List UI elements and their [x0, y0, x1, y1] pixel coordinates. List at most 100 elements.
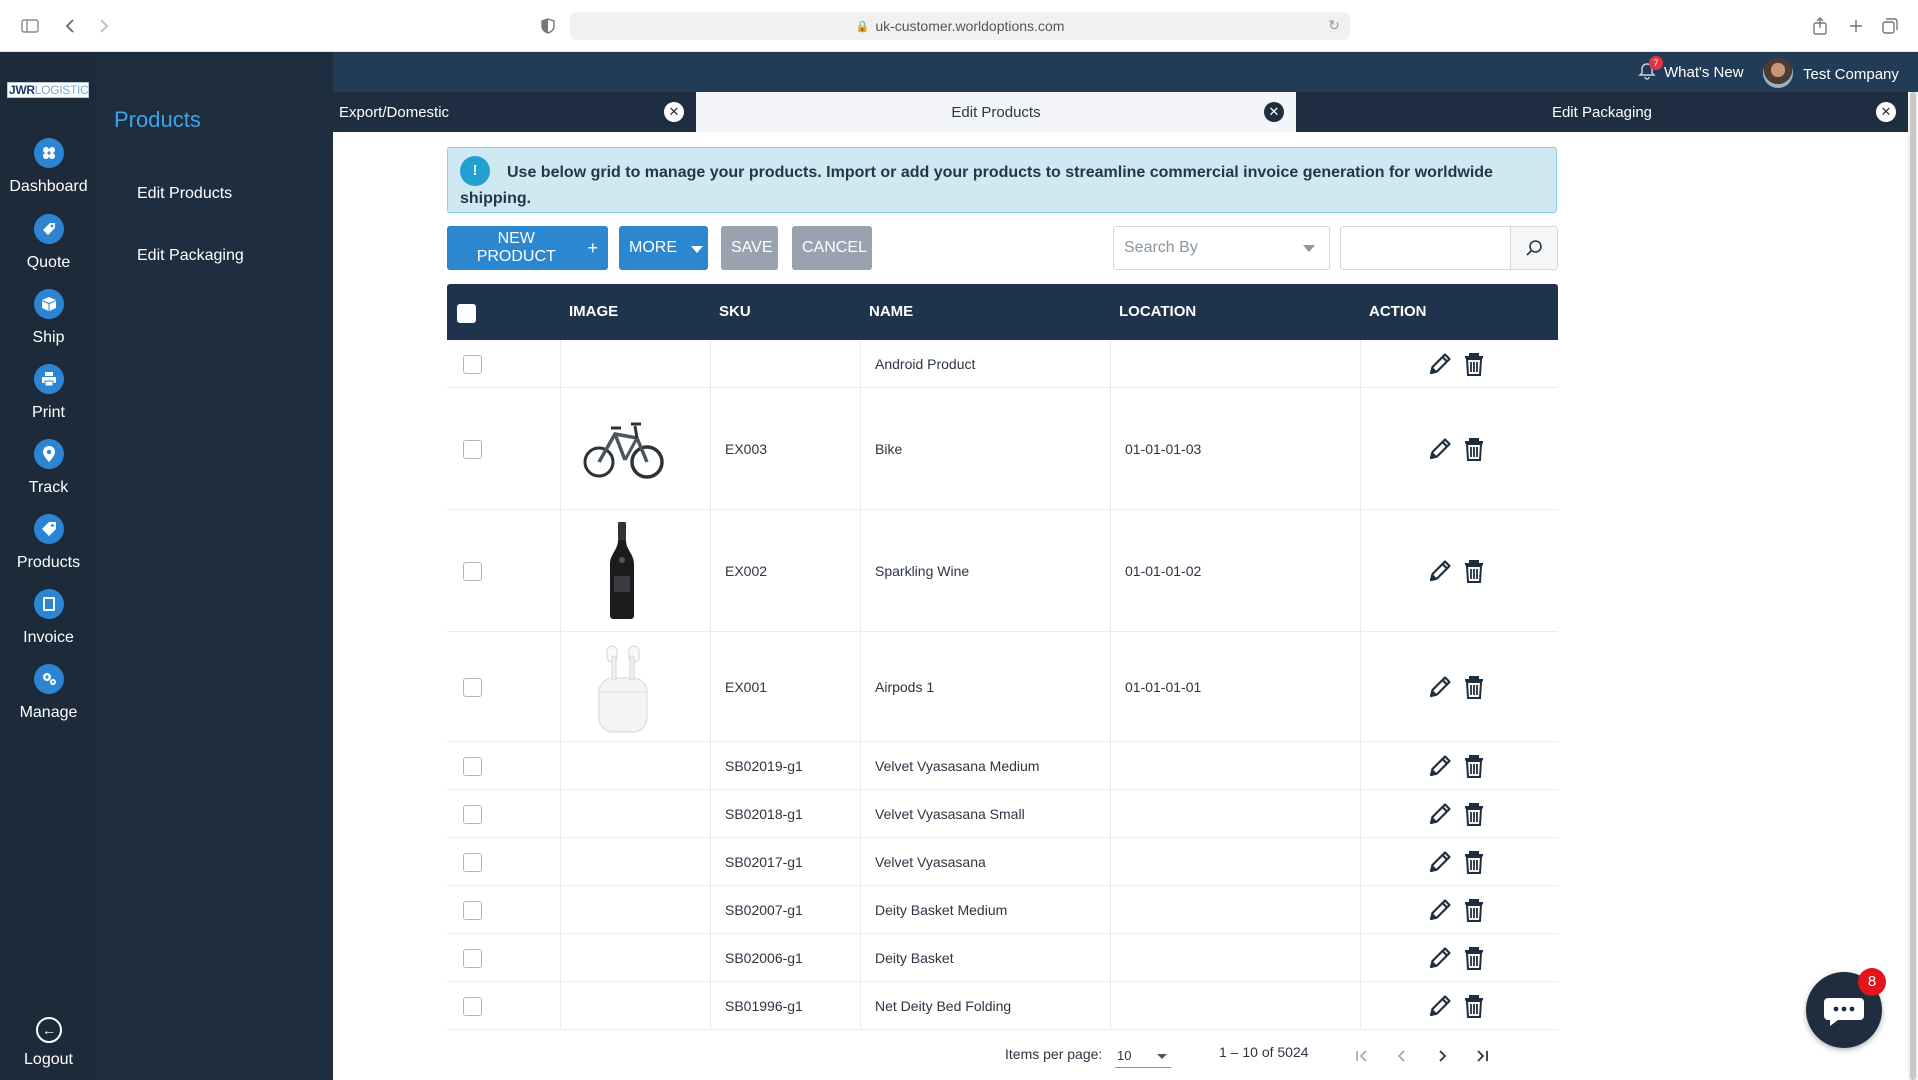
nav-ship[interactable]: Ship	[0, 289, 97, 361]
back-icon[interactable]	[58, 14, 82, 38]
row-checkbox[interactable]	[463, 756, 482, 776]
nav-invoice[interactable]: Invoice	[0, 589, 97, 661]
delete-icon[interactable]	[1460, 800, 1488, 828]
company-logo[interactable]: JWRLOGISTICS	[7, 82, 89, 98]
table-row[interactable]: SB02006-g1 Deity Basket	[447, 934, 1558, 982]
edit-icon[interactable]	[1426, 848, 1454, 876]
more-button[interactable]: MORE	[619, 226, 708, 270]
location-cell: 01-01-01-03	[1125, 441, 1202, 457]
select-all-checkbox[interactable]	[457, 304, 476, 323]
edit-icon[interactable]	[1426, 896, 1454, 924]
row-checkbox[interactable]	[463, 354, 482, 374]
delete-icon[interactable]	[1460, 435, 1488, 463]
table-row[interactable]: SB02017-g1 Velvet Vyasasana	[447, 838, 1558, 886]
items-per-page-select[interactable]: 10	[1115, 1044, 1171, 1068]
column-header-name[interactable]: NAME	[869, 303, 913, 320]
search-by-dropdown[interactable]: Search By	[1113, 226, 1330, 270]
whats-new-link[interactable]: 7 What's New	[1638, 56, 1744, 82]
new-tab-icon[interactable]	[1844, 14, 1868, 38]
table-row[interactable]: SB02018-g1 Velvet Vyasasana Small	[447, 790, 1558, 838]
forward-icon[interactable]	[92, 14, 116, 38]
address-bar[interactable]: 🔒 uk-customer.worldoptions.com ↻	[570, 12, 1350, 40]
delete-icon[interactable]	[1460, 673, 1488, 701]
column-divider	[710, 838, 711, 885]
tab-edit-packaging[interactable]: Edit Packaging ✕	[1296, 92, 1908, 132]
sidebar-toggle-icon[interactable]	[18, 14, 42, 38]
table-row[interactable]: EX003 Bike 01-01-01-03	[447, 388, 1558, 510]
search-button[interactable]	[1510, 226, 1558, 270]
edit-icon[interactable]	[1426, 435, 1454, 463]
column-divider	[560, 934, 561, 981]
close-icon[interactable]: ✕	[664, 102, 684, 122]
row-checkbox[interactable]	[463, 561, 482, 581]
previous-page-button[interactable]	[1390, 1044, 1414, 1068]
delete-icon[interactable]	[1460, 350, 1488, 378]
main-sidebar: JWRLOGISTICS Dashboard Quote Ship Print …	[0, 52, 97, 1080]
row-checkbox[interactable]	[463, 439, 482, 459]
tab-export-domestic[interactable]: Export/Domestic ✕	[333, 92, 696, 132]
table-row[interactable]: Android Product	[447, 340, 1558, 388]
logout-label: Logout	[24, 1051, 73, 1068]
scrollbar-thumb[interactable]	[1910, 92, 1916, 1080]
cancel-button[interactable]: CANCEL	[792, 226, 872, 270]
column-header-sku[interactable]: SKU	[719, 303, 751, 320]
sku-cell: SB01996-g1	[725, 998, 803, 1014]
delete-icon[interactable]	[1460, 557, 1488, 585]
delete-icon[interactable]	[1460, 992, 1488, 1020]
row-checkbox[interactable]	[463, 677, 482, 697]
edit-icon[interactable]	[1426, 752, 1454, 780]
nav-manage[interactable]: Manage	[0, 664, 97, 736]
delete-icon[interactable]	[1460, 848, 1488, 876]
nav-quote[interactable]: Quote	[0, 214, 97, 286]
table-row[interactable]: SB02019-g1 Velvet Vyasasana Medium	[447, 742, 1558, 790]
row-checkbox[interactable]	[463, 900, 482, 920]
row-checkbox[interactable]	[463, 852, 482, 872]
delete-icon[interactable]	[1460, 752, 1488, 780]
table-row[interactable]: EX002 Sparkling Wine 01-01-01-02	[447, 510, 1558, 632]
row-checkbox[interactable]	[463, 804, 482, 824]
avatar[interactable]	[1763, 58, 1793, 88]
table-row[interactable]: SB01996-g1 Net Deity Bed Folding	[447, 982, 1558, 1030]
next-page-button[interactable]	[1430, 1044, 1454, 1068]
share-icon[interactable]	[1808, 14, 1832, 38]
column-divider	[1110, 340, 1111, 387]
edit-icon[interactable]	[1426, 673, 1454, 701]
edit-icon[interactable]	[1426, 350, 1454, 378]
row-checkbox[interactable]	[463, 948, 482, 968]
edit-icon[interactable]	[1426, 992, 1454, 1020]
table-row[interactable]: SB02007-g1 Deity Basket Medium	[447, 886, 1558, 934]
column-header-image[interactable]: IMAGE	[569, 303, 618, 320]
shield-icon[interactable]	[536, 14, 560, 38]
nav-track[interactable]: Track	[0, 439, 97, 511]
search-input[interactable]	[1340, 226, 1510, 270]
nav-dashboard[interactable]: Dashboard	[0, 138, 97, 210]
close-icon[interactable]: ✕	[1264, 102, 1284, 122]
tab-overview-icon[interactable]	[1878, 14, 1902, 38]
column-divider	[560, 340, 561, 387]
edit-icon[interactable]	[1426, 557, 1454, 585]
reload-icon[interactable]: ↻	[1328, 17, 1340, 34]
nav-products[interactable]: Products	[0, 514, 97, 586]
column-divider	[1110, 886, 1111, 933]
table-row[interactable]: EX001 Airpods 1 01-01-01-01	[447, 632, 1558, 742]
nav-print[interactable]: Print	[0, 364, 97, 436]
subnav-item-edit-products[interactable]: Edit Products	[137, 185, 232, 203]
first-page-button[interactable]	[1350, 1044, 1374, 1068]
row-checkbox[interactable]	[463, 996, 482, 1016]
delete-icon[interactable]	[1460, 944, 1488, 972]
company-name[interactable]: Test Company	[1803, 66, 1899, 83]
last-page-button[interactable]	[1470, 1044, 1494, 1068]
logout-button[interactable]: ← Logout	[0, 1017, 97, 1077]
close-icon[interactable]: ✕	[1876, 102, 1896, 122]
column-header-location[interactable]: LOCATION	[1119, 303, 1196, 320]
column-divider	[1110, 790, 1111, 837]
subnav-item-edit-packaging[interactable]: Edit Packaging	[137, 247, 244, 265]
save-button[interactable]: SAVE	[721, 226, 778, 270]
tab-edit-products[interactable]: Edit Products ✕	[696, 92, 1296, 132]
new-product-button[interactable]: NEW PRODUCT +	[447, 226, 608, 270]
edit-icon[interactable]	[1426, 944, 1454, 972]
edit-icon[interactable]	[1426, 800, 1454, 828]
sku-cell: SB02006-g1	[725, 950, 803, 966]
tab-label: Export/Domestic	[339, 103, 450, 121]
delete-icon[interactable]	[1460, 896, 1488, 924]
